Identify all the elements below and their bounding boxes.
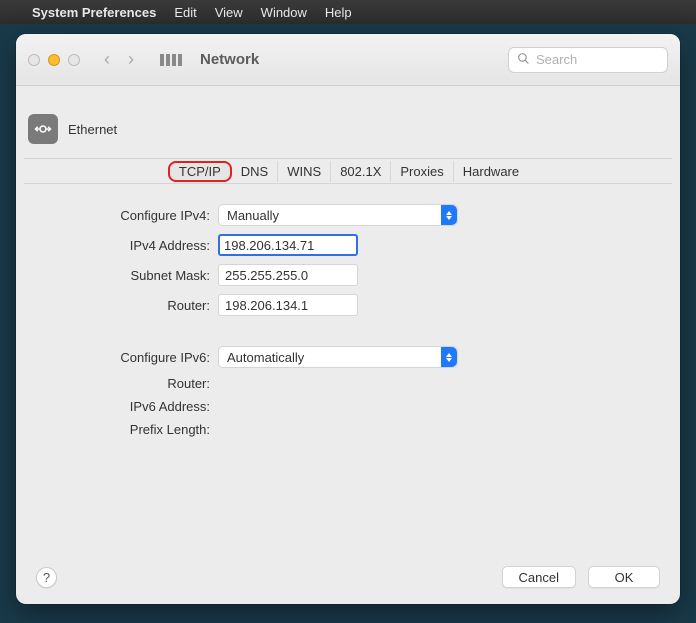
router-ipv4-field[interactable] (218, 294, 358, 316)
ipv6-address-label: IPv6 Address: (60, 399, 210, 414)
configure-ipv6-label: Configure IPv6: (60, 350, 210, 365)
tab-proxies[interactable]: Proxies (391, 161, 453, 182)
configure-ipv4-value: Manually (227, 208, 279, 223)
menu-window[interactable]: Window (261, 5, 307, 20)
ipv4-address-field[interactable] (218, 234, 358, 256)
cancel-button[interactable]: Cancel (502, 566, 576, 588)
menu-help[interactable]: Help (325, 5, 352, 20)
search-input[interactable] (536, 52, 659, 67)
tab-tcpip[interactable]: TCP/IP (168, 161, 232, 182)
configure-ipv6-value: Automatically (227, 350, 304, 365)
zoom-window-button[interactable] (68, 54, 80, 66)
ethernet-sheet: Ethernet TCP/IP DNS WINS 802.1X Proxies … (24, 96, 672, 596)
ipv4-address-label: IPv4 Address: (60, 238, 210, 253)
menubar: System Preferences Edit View Window Help (0, 0, 696, 24)
window-toolbar: ‹ › Network (16, 34, 680, 86)
forward-button[interactable]: › (128, 49, 134, 70)
configure-ipv6-select[interactable]: Automatically (218, 346, 458, 368)
subnet-mask-field[interactable] (218, 264, 358, 286)
tab-dns[interactable]: DNS (232, 161, 278, 182)
tab-hardware[interactable]: Hardware (454, 161, 528, 182)
sheet-title: Ethernet (68, 122, 117, 137)
router-ipv4-label: Router: (60, 298, 210, 313)
prefix-length-label: Prefix Length: (60, 422, 210, 437)
window-title: Network (200, 51, 259, 68)
search-icon (517, 52, 530, 68)
minimize-window-button[interactable] (48, 54, 60, 66)
ok-button[interactable]: OK (588, 566, 660, 588)
sheet-footer: ? Cancel OK (24, 566, 672, 588)
router-ipv6-label: Router: (60, 376, 210, 391)
preferences-window: ‹ › Network Ethernet TCP/IP DNS (16, 34, 680, 604)
subnet-mask-label: Subnet Mask: (60, 268, 210, 283)
menu-view[interactable]: View (215, 5, 243, 20)
nav-buttons: ‹ › (96, 49, 142, 70)
close-window-button[interactable] (28, 54, 40, 66)
configure-ipv4-select[interactable]: Manually (218, 204, 458, 226)
app-menu[interactable]: System Preferences (32, 5, 156, 20)
search-field[interactable] (508, 47, 668, 73)
help-button[interactable]: ? (36, 567, 57, 588)
traffic-lights (28, 54, 86, 66)
tab-wins[interactable]: WINS (278, 161, 331, 182)
tab-8021x[interactable]: 802.1X (331, 161, 391, 182)
ethernet-icon (28, 114, 58, 144)
show-all-icon[interactable] (152, 54, 190, 66)
back-button[interactable]: ‹ (104, 49, 110, 70)
configure-ipv4-label: Configure IPv4: (60, 208, 210, 223)
chevron-updown-icon (441, 205, 457, 225)
tcpip-panel: Configure IPv4: Manually IPv4 Address: S… (24, 198, 672, 451)
chevron-updown-icon (441, 347, 457, 367)
tab-bar: TCP/IP DNS WINS 802.1X Proxies Hardware (24, 158, 672, 184)
menu-edit[interactable]: Edit (174, 5, 196, 20)
